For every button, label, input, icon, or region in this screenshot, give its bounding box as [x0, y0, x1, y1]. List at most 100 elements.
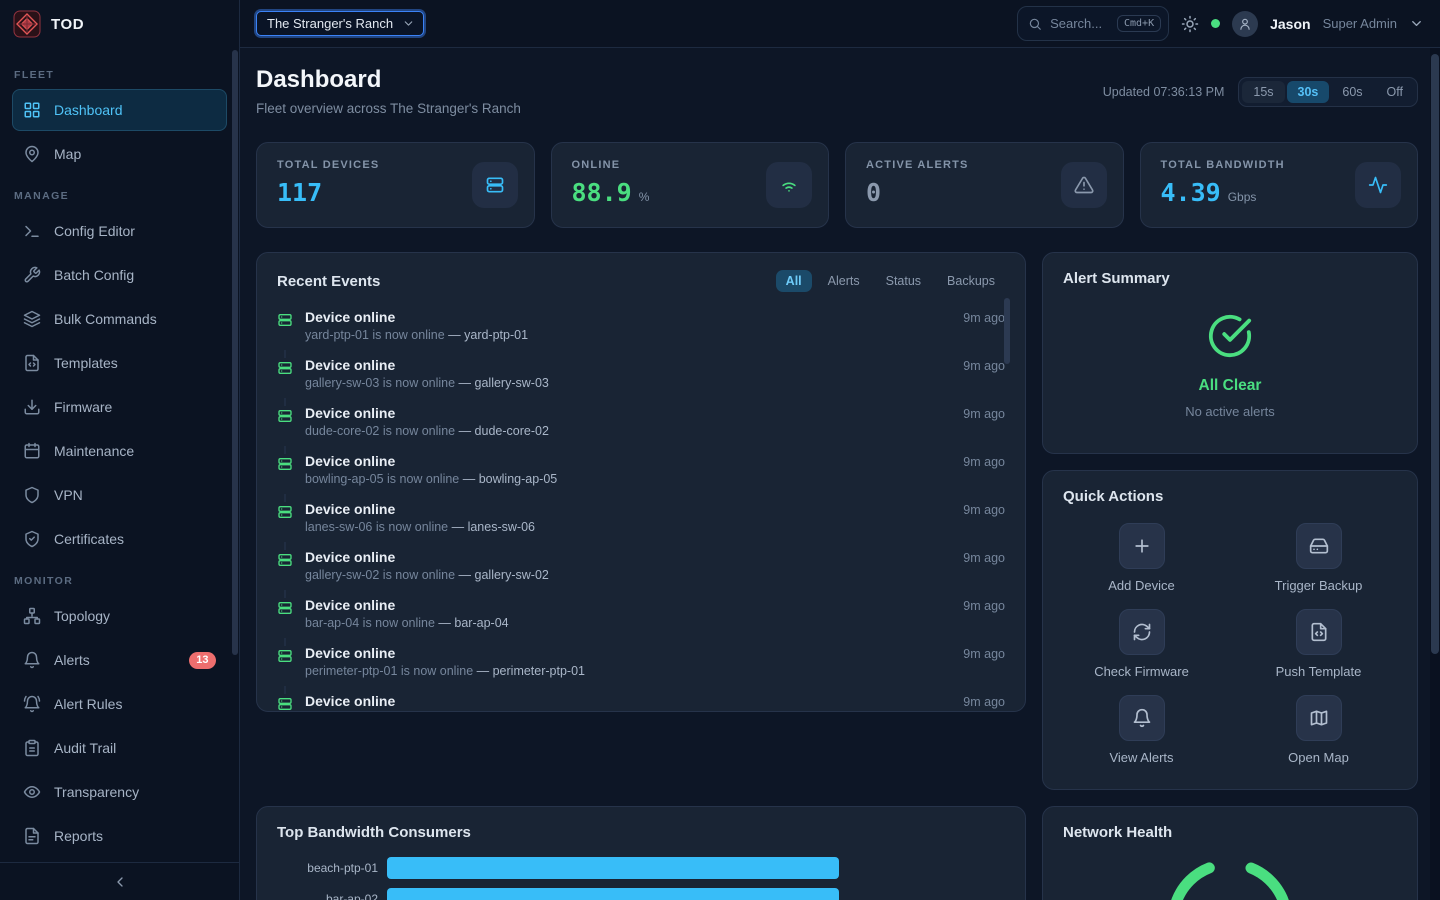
- event-title: Device online: [305, 405, 395, 421]
- server-icon: [485, 175, 505, 195]
- event-tab-backups[interactable]: Backups: [937, 270, 1005, 292]
- sidebar-item-label: Topology: [54, 608, 110, 624]
- search-icon: [1028, 17, 1042, 31]
- event-row[interactable]: Device online 9m ago gallery-sw-03 is no…: [277, 350, 1005, 398]
- event-row[interactable]: Device online 9m ago bowling-ap-05 is no…: [277, 446, 1005, 494]
- bar: [387, 857, 839, 879]
- sun-icon: [1181, 15, 1199, 33]
- eye-icon: [23, 783, 41, 801]
- event-detail: bar-ap-04 is now online — bar-ap-04: [305, 616, 1005, 630]
- event-row[interactable]: Device online 9m ago perimeter-ptp-01 is…: [277, 638, 1005, 686]
- sidebar-item-topology[interactable]: Topology: [12, 595, 227, 637]
- quick-action-check-firmware[interactable]: Check Firmware: [1053, 609, 1230, 679]
- event-row[interactable]: Device online 9m ago bar-ap-04 is now on…: [277, 590, 1005, 638]
- event-row[interactable]: Device online 9m ago dude-core-02 is now…: [277, 398, 1005, 446]
- quick-action-label: Open Map: [1288, 750, 1349, 765]
- wrench-icon: [23, 266, 41, 284]
- sidebar-section-fleet: FLEET: [14, 69, 225, 81]
- sidebar-item-label: Batch Config: [54, 267, 134, 283]
- event-title: Device online: [305, 453, 395, 469]
- main-scrollbar-thumb[interactable]: [1431, 54, 1439, 654]
- quick-action-add-device[interactable]: Add Device: [1053, 523, 1230, 593]
- quick-action-view-alerts[interactable]: View Alerts: [1053, 695, 1230, 765]
- event-detail: gallery-sw-02 is now online — gallery-sw…: [305, 568, 1005, 582]
- top-bandwidth-panel: Top Bandwidth Consumers beach-ptp-01 bar…: [256, 806, 1026, 900]
- main-scrollbar-track[interactable]: [1430, 48, 1440, 900]
- event-row[interactable]: Device online 9m ago yard-ptp-01 is now …: [277, 302, 1005, 350]
- event-detail: lanes-sw-06 is now online — lanes-sw-06: [305, 520, 1005, 534]
- stat-icon-box: [1355, 162, 1401, 208]
- search-input[interactable]: Search... Cmd+K: [1017, 6, 1169, 41]
- avatar[interactable]: [1232, 11, 1258, 37]
- quick-action-open-map[interactable]: Open Map: [1230, 695, 1407, 765]
- sidebar-item-reports[interactable]: Reports: [12, 815, 227, 857]
- sidebar-item-label: Transparency: [54, 784, 139, 800]
- bell-icon: [23, 651, 41, 669]
- sidebar-item-firmware[interactable]: Firmware: [12, 386, 227, 428]
- event-tab-status[interactable]: Status: [876, 270, 931, 292]
- interval-button-60s[interactable]: 60s: [1331, 81, 1373, 103]
- file-text-icon: [23, 827, 41, 845]
- sidebar-item-alert-rules[interactable]: Alert Rules: [12, 683, 227, 725]
- server-icon: [277, 696, 293, 712]
- sidebar-item-batch-config[interactable]: Batch Config: [12, 254, 227, 296]
- quick-action-trigger-backup[interactable]: Trigger Backup: [1230, 523, 1407, 593]
- quick-actions-title: Quick Actions: [1063, 488, 1163, 505]
- bandwidth-bar-row: bar-ap-02: [277, 888, 1005, 900]
- sidebar-item-alerts[interactable]: Alerts 13: [12, 639, 227, 681]
- event-tab-alerts[interactable]: Alerts: [818, 270, 870, 292]
- interval-button-15s[interactable]: 15s: [1242, 81, 1284, 103]
- top-bandwidth-title: Top Bandwidth Consumers: [277, 824, 471, 841]
- connection-status-dot: [1211, 19, 1220, 28]
- user-icon: [1238, 17, 1252, 31]
- sidebar-item-transparency[interactable]: Transparency: [12, 771, 227, 813]
- sidebar-item-vpn[interactable]: VPN: [12, 474, 227, 516]
- user-name: Jason: [1270, 16, 1310, 32]
- event-row[interactable]: Device online 9m ago lanes-sw-06 is now …: [277, 494, 1005, 542]
- sidebar-scrollbar-thumb[interactable]: [232, 50, 238, 655]
- sidebar-item-audit-trail[interactable]: Audit Trail: [12, 727, 227, 769]
- alert-summary-title: Alert Summary: [1063, 270, 1170, 287]
- sidebar-item-label: Audit Trail: [54, 740, 116, 756]
- event-detail: bowling-ap-05 is now online — bowling-ap…: [305, 472, 1005, 486]
- sidebar-item-dashboard[interactable]: Dashboard: [12, 89, 227, 131]
- layers-icon: [23, 310, 41, 328]
- network-health-panel: Network Health 88: [1042, 806, 1418, 900]
- event-row[interactable]: Device online 9m ago gallery-sw-02 is no…: [277, 542, 1005, 590]
- stat-icon-box: [472, 162, 518, 208]
- event-detail: yard-ptp-01 is now online — yard-ptp-01: [305, 328, 1005, 342]
- sidebar-item-label: Maintenance: [54, 443, 134, 459]
- sidebar-item-certificates[interactable]: Certificates: [12, 518, 227, 560]
- server-icon: [277, 648, 293, 664]
- stat-card-total-devices: TOTAL DEVICES 117: [256, 142, 535, 228]
- sidebar-item-label: Alerts: [54, 652, 90, 668]
- event-title: Device online: [305, 309, 395, 325]
- network-health-title: Network Health: [1063, 824, 1172, 841]
- sidebar-item-maintenance[interactable]: Maintenance: [12, 430, 227, 472]
- bell-icon: [1132, 708, 1152, 728]
- activity-icon: [1368, 175, 1388, 195]
- event-row[interactable]: Device online 9m ago: [277, 686, 1005, 712]
- interval-button-30s[interactable]: 30s: [1287, 81, 1330, 103]
- events-scrollbar-thumb[interactable]: [1004, 298, 1010, 364]
- chevron-down-icon: [1409, 16, 1424, 31]
- sidebar-item-templates[interactable]: Templates: [12, 342, 227, 384]
- download-icon: [23, 398, 41, 416]
- sidebar-item-config-editor[interactable]: Config Editor: [12, 210, 227, 252]
- event-title: Device online: [305, 645, 395, 661]
- event-tab-all[interactable]: All: [776, 270, 812, 292]
- sidebar-collapse-button[interactable]: [0, 862, 239, 900]
- event-time: 9m ago: [963, 695, 1005, 709]
- user-menu-chevron[interactable]: [1409, 16, 1424, 31]
- event-title: Device online: [305, 549, 395, 565]
- theme-toggle-button[interactable]: [1181, 15, 1199, 33]
- event-list: Device online 9m ago yard-ptp-01 is now …: [257, 302, 1025, 712]
- calendar-icon: [23, 442, 41, 460]
- site-selector[interactable]: The Stranger's Ranch: [256, 11, 424, 36]
- sidebar-item-map[interactable]: Map: [12, 133, 227, 175]
- sidebar-item-bulk-commands[interactable]: Bulk Commands: [12, 298, 227, 340]
- stat-card-total-bandwidth: TOTAL BANDWIDTH 4.39 Gbps: [1140, 142, 1419, 228]
- quick-action-push-template[interactable]: Push Template: [1230, 609, 1407, 679]
- search-shortcut-badge: Cmd+K: [1117, 15, 1161, 32]
- interval-button-off[interactable]: Off: [1376, 81, 1414, 103]
